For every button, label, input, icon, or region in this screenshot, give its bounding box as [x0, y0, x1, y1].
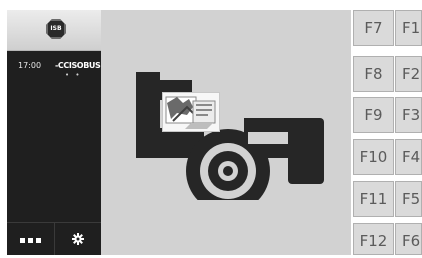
- implement-logo-icon: [136, 72, 324, 200]
- menu-button[interactable]: [7, 222, 54, 255]
- softkey-f11[interactable]: F11: [353, 181, 394, 217]
- object-pool-icon: [162, 92, 220, 132]
- softkey-f2[interactable]: F2: [395, 56, 422, 92]
- gear-icon: [72, 233, 84, 245]
- softkey-f7[interactable]: F7: [353, 10, 394, 46]
- softkey-f5[interactable]: F5: [395, 181, 422, 217]
- softkey-f8[interactable]: F8: [353, 56, 394, 92]
- isobus-terminal-screen: ISB 17:00 -CCISOBUS • • F7 F8 F9 F10 F11…: [0, 0, 422, 255]
- isb-badge: ISB: [46, 19, 66, 39]
- softkey-f4[interactable]: F4: [395, 139, 422, 175]
- softkey-f3[interactable]: F3: [395, 97, 422, 133]
- isb-header-button[interactable]: ISB: [7, 10, 101, 51]
- status-dots: • •: [65, 71, 82, 79]
- softkey-f9[interactable]: F9: [353, 97, 394, 133]
- settings-button[interactable]: [54, 222, 101, 255]
- isobus-label: -CCISOBUS: [55, 61, 101, 70]
- softkey-f12[interactable]: F12: [353, 223, 394, 255]
- softkey-f6[interactable]: F6: [395, 223, 422, 255]
- clock-time: 17:00: [18, 61, 42, 70]
- softkey-f1[interactable]: F1: [395, 10, 422, 46]
- softkey-f10[interactable]: F10: [353, 139, 394, 175]
